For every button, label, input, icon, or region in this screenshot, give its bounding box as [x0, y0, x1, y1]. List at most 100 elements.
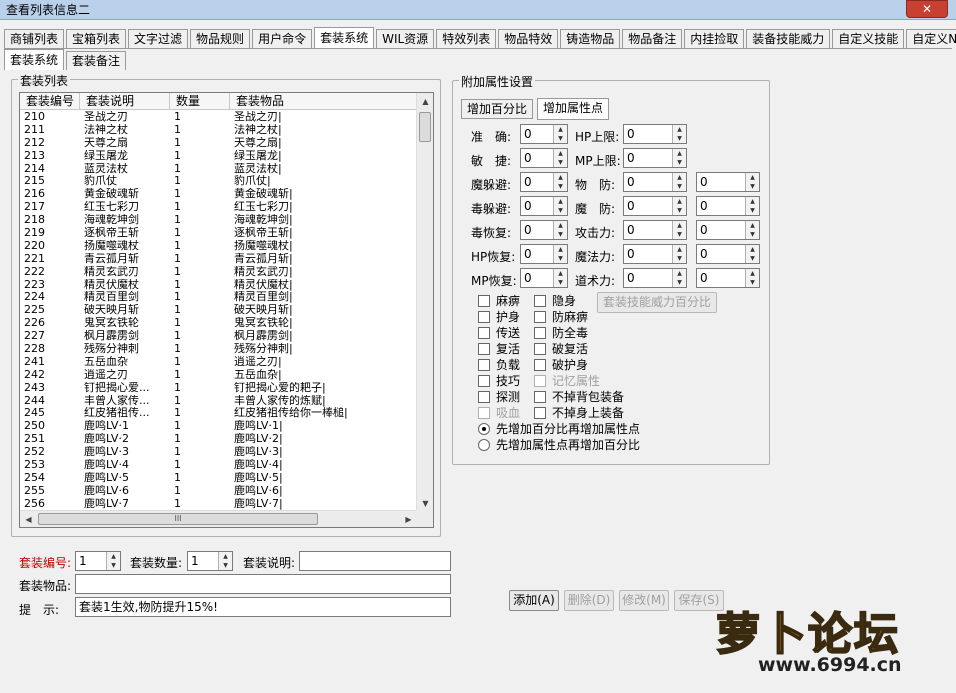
edit-button[interactable]: 修改(M) [619, 590, 669, 611]
spin-down-icon[interactable]: ▼ [746, 206, 759, 215]
table-row[interactable]: 218 海魂乾坤剑 1 海魂乾坤剑| [20, 214, 417, 227]
checkbox-col2-6[interactable]: 不掉背包装备 [534, 388, 624, 405]
suit-listview[interactable]: 套装编号 套装说明 数量 套装物品 210 圣战之刃 1 圣战之刃| 211 法神之杖 1 法… [19, 92, 434, 528]
spin-up-icon[interactable]: ▲ [673, 125, 686, 134]
checkbox-col2-4[interactable]: 破护身 [534, 356, 588, 373]
radio-percent-first[interactable]: 先增加百分比再增加属性点 [478, 420, 640, 437]
spin-down-icon[interactable]: ▼ [673, 278, 686, 287]
tab-12[interactable]: 装备技能威力 [746, 29, 831, 48]
table-row[interactable]: 253 鹿鸣LV·4 1 鹿鸣LV·4| [20, 459, 417, 472]
spin-up-icon[interactable]: ▲ [554, 221, 567, 230]
checkbox-col1-4[interactable]: 负载 [478, 356, 520, 373]
tab-7[interactable]: 特效列表 [436, 29, 497, 48]
table-row[interactable]: 227 枫月霹雳剑 1 枫月霹雳剑| [20, 330, 417, 343]
table-row[interactable]: 219 逐枫帝王斩 1 逐枫帝王斩| [20, 227, 417, 240]
radio-points-first[interactable]: 先增加属性点再增加百分比 [478, 436, 640, 453]
attr-right-stepper[interactable]: 0 ▲ ▼ [623, 172, 687, 192]
vertical-scrollbar[interactable]: ▲ ▼ [416, 93, 433, 512]
horizontal-scrollbar[interactable]: ◀ III ▶ [20, 510, 417, 527]
checkbox-icon[interactable] [478, 326, 490, 339]
checkbox-col2-0[interactable]: 隐身 [534, 292, 576, 309]
attr-left-stepper[interactable]: 0 ▲ ▼ [520, 268, 568, 288]
checkbox-icon[interactable] [534, 374, 546, 387]
checkbox-icon[interactable] [534, 390, 546, 403]
tab-2[interactable]: 文字过滤 [128, 29, 189, 48]
tab-5[interactable]: 套装系统 [314, 27, 375, 48]
spin-up-icon[interactable]: ▲ [554, 269, 567, 278]
spin-down-icon[interactable]: ▼ [554, 134, 567, 143]
spin-up-icon[interactable]: ▲ [673, 197, 686, 206]
checkbox-col2-3[interactable]: 破复活 [534, 340, 588, 357]
spin-up-icon[interactable]: ▲ [554, 125, 567, 134]
checkbox-col1-5[interactable]: 技巧 [478, 372, 520, 389]
checkbox-col1-0[interactable]: 麻痹 [478, 292, 520, 309]
attr-left-stepper[interactable]: 0 ▲ ▼ [520, 148, 568, 168]
close-button[interactable]: ✕ [906, 0, 948, 18]
checkbox-icon[interactable] [478, 310, 490, 323]
spin-up-icon[interactable]: ▲ [554, 149, 567, 158]
spin-up-icon[interactable]: ▲ [673, 269, 686, 278]
table-row[interactable]: 244 丰曾人家传... 1 丰曾人家传的炼赋| [20, 395, 417, 408]
spin-up-icon[interactable]: ▲ [746, 269, 759, 278]
checkbox-icon[interactable] [534, 310, 546, 323]
tab-13[interactable]: 自定义技能 [832, 29, 905, 48]
column-header-items[interactable]: 套装物品 [230, 93, 417, 109]
delete-button[interactable]: 删除(D) [564, 590, 614, 611]
tab-6[interactable]: WIL资源 [376, 29, 435, 48]
checkbox-col1-7[interactable]: 吸血 [478, 404, 520, 421]
checkbox-icon[interactable] [534, 406, 546, 419]
spin-down-icon[interactable]: ▼ [673, 254, 686, 263]
table-row[interactable]: 245 红皮猪祖传... 1 红皮猪祖传给你一棒槌| [20, 407, 417, 420]
suit-count-stepper[interactable]: 1 ▲ ▼ [187, 551, 233, 571]
attr-right-stepper-2[interactable]: 0 ▲ ▼ [696, 220, 760, 240]
tab-8[interactable]: 物品特效 [498, 29, 559, 48]
checkbox-col1-1[interactable]: 护身 [478, 308, 520, 325]
spin-down-icon[interactable]: ▼ [746, 182, 759, 191]
tab-1[interactable]: 宝箱列表 [66, 29, 127, 48]
attr-right-stepper-2[interactable]: 0 ▲ ▼ [696, 196, 760, 216]
tab-11[interactable]: 内挂捡取 [684, 29, 745, 48]
table-row[interactable]: 226 鬼冥玄铁轮 1 鬼冥玄铁轮| [20, 317, 417, 330]
spin-up-icon[interactable]: ▲ [746, 245, 759, 254]
spin-down-icon[interactable]: ▼ [673, 182, 686, 191]
table-row[interactable]: 210 圣战之刃 1 圣战之刃| [20, 111, 417, 124]
spin-down-icon[interactable]: ▼ [107, 561, 120, 570]
tab-9[interactable]: 铸造物品 [560, 29, 621, 48]
spin-down-icon[interactable]: ▼ [554, 158, 567, 167]
checkbox-icon[interactable] [478, 374, 490, 387]
spin-up-icon[interactable]: ▲ [554, 173, 567, 182]
spin-up-icon[interactable]: ▲ [673, 149, 686, 158]
add-button[interactable]: 添加(A) [509, 590, 559, 611]
spin-down-icon[interactable]: ▼ [673, 134, 686, 143]
checkbox-icon[interactable] [478, 294, 490, 307]
table-row[interactable]: 228 残殇分神刺 1 残殇分神刺| [20, 343, 417, 356]
hint-input[interactable]: 套装1生效,物防提升15%! [75, 597, 451, 617]
suit-items-input[interactable] [75, 574, 451, 594]
spin-down-icon[interactable]: ▼ [554, 182, 567, 191]
spin-down-icon[interactable]: ▼ [554, 254, 567, 263]
table-row[interactable]: 223 精灵伏魔杖 1 精灵伏魔杖| [20, 279, 417, 292]
checkbox-col2-7[interactable]: 不掉身上装备 [534, 404, 624, 421]
spin-up-icon[interactable]: ▲ [673, 245, 686, 254]
table-row[interactable]: 256 鹿鸣LV·7 1 鹿鸣LV·7| [20, 498, 417, 511]
suit-id-stepper[interactable]: 1 ▲ ▼ [75, 551, 121, 571]
checkbox-icon[interactable] [534, 326, 546, 339]
spin-down-icon[interactable]: ▼ [554, 230, 567, 239]
spin-down-icon[interactable]: ▼ [673, 206, 686, 215]
spin-down-icon[interactable]: ▼ [554, 278, 567, 287]
checkbox-icon[interactable] [534, 294, 546, 307]
tab-10[interactable]: 物品备注 [622, 29, 683, 48]
attr-right-stepper[interactable]: 0 ▲ ▼ [623, 196, 687, 216]
spin-down-icon[interactable]: ▼ [746, 254, 759, 263]
spin-up-icon[interactable]: ▲ [107, 552, 120, 561]
spin-down-icon[interactable]: ▼ [673, 158, 686, 167]
spin-up-icon[interactable]: ▲ [746, 197, 759, 206]
checkbox-icon[interactable] [478, 390, 490, 403]
tab-14[interactable]: 自定义NPC [906, 29, 956, 48]
table-row[interactable]: 213 绿玉屠龙 1 绿玉屠龙| [20, 150, 417, 163]
checkbox-icon[interactable] [478, 406, 490, 419]
checkbox-icon[interactable] [534, 358, 546, 371]
subtab-0[interactable]: 套装系统 [4, 49, 65, 70]
spin-up-icon[interactable]: ▲ [554, 245, 567, 254]
attr-right-stepper[interactable]: 0 ▲ ▼ [623, 244, 687, 264]
